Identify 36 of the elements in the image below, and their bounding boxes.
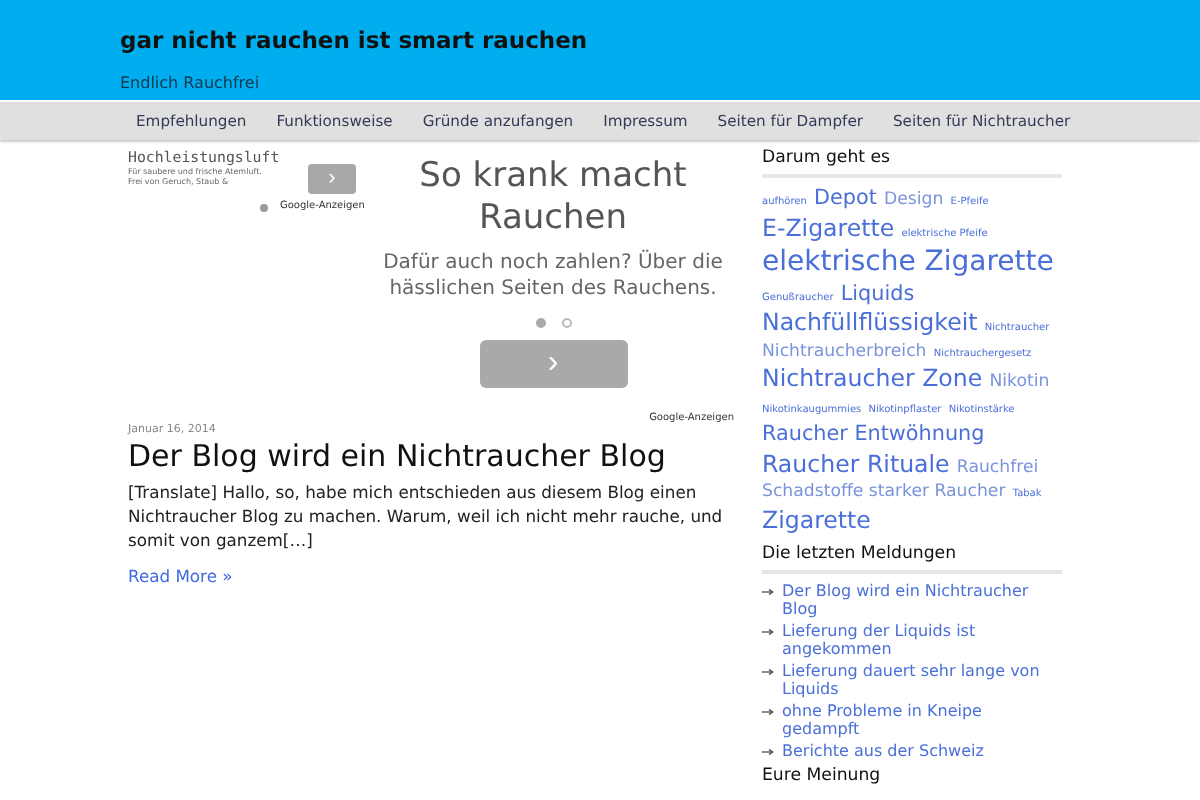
ad-headline: So krank macht Rauchen: [417, 156, 689, 240]
arrow-icon: [762, 627, 774, 636]
site-title[interactable]: gar nicht rauchen ist smart rauchen: [120, 26, 588, 54]
tag-link[interactable]: Nichtraucherbreich: [762, 341, 927, 361]
tag-link[interactable]: Nichtraucher Zone: [762, 364, 983, 392]
post-link[interactable]: ohne Probleme in Kneipe gedampft: [782, 701, 1062, 739]
tag-link[interactable]: Zigarette: [762, 505, 871, 533]
widget-title: Eure Meinung: [762, 765, 881, 786]
post-link[interactable]: Lieferung der Liquids ist angekommen: [782, 621, 1062, 659]
tag-link[interactable]: Rauchfrei: [956, 457, 1039, 477]
arrow-icon: [762, 667, 774, 676]
slide-dot[interactable]: [561, 318, 571, 328]
tag-link[interactable]: Liquids: [840, 281, 915, 305]
post-link[interactable]: Der Blog wird ein Nichtraucher Blog: [782, 582, 1062, 619]
post-link[interactable]: Berichte aus der Schweiz: [782, 741, 984, 760]
slide-dot[interactable]: [535, 318, 545, 328]
tag-link[interactable]: E-Zigarette: [762, 213, 895, 241]
widget-title: Darum geht es: [762, 148, 891, 168]
tag-link[interactable]: Nachfüllflüssigkeit: [762, 308, 978, 336]
ad-text: Dafür auch noch zahlen? Über die hässlichen Seiten des Rauchens.: [383, 250, 723, 302]
tag-link[interactable]: Raucher Rituale: [762, 449, 950, 477]
site-tagline: Endlich Rauchfrei: [120, 74, 260, 92]
arrow-icon: [762, 707, 774, 716]
tag-link[interactable]: Nikotin: [989, 372, 1050, 392]
widget-title: Die letzten Meldungen: [762, 544, 957, 564]
tag-link[interactable]: Depot: [814, 186, 877, 210]
tag-link[interactable]: Raucher Entwöhnung: [762, 422, 985, 446]
slide-dot: [260, 204, 268, 212]
tag-link[interactable]: Design: [884, 190, 944, 210]
post-title[interactable]: Der Blog wird ein Nichtraucher Blog: [128, 438, 666, 474]
arrow-icon: [762, 747, 774, 756]
arrow-icon: [762, 588, 774, 596]
tag-link[interactable]: elektrische Zigarette: [762, 246, 1054, 278]
read-more-link[interactable]: Read More »: [128, 566, 233, 586]
tag-link[interactable]: Schadstoffe starker Raucher: [762, 482, 1006, 502]
post-excerpt: [Translate] Hallo, so, habe mich entschieden aus diesem Blog einen Nichtraucher Blog zu machen. Warum, weil ich nicht mehr rauche, und somit von ganzem[…]: [128, 480, 725, 552]
